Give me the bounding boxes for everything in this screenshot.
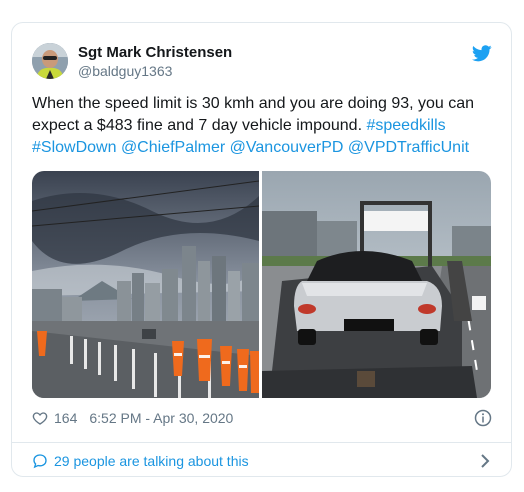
tweet-timestamp[interactable]: 6:52 PM - Apr 30, 2020 <box>89 410 233 426</box>
twitter-bird-icon[interactable] <box>472 45 492 62</box>
heart-icon[interactable] <box>32 410 48 426</box>
mention-chiefpalmer[interactable]: @ChiefPalmer <box>121 139 225 156</box>
conversation-link[interactable]: 29 people are talking about this <box>32 447 492 475</box>
info-icon[interactable] <box>474 409 492 427</box>
mention-vpdtrafficunit[interactable]: @VPDTrafficUnit <box>348 139 469 156</box>
conversation-label: 29 people are talking about this <box>54 453 249 469</box>
media-grid <box>32 171 491 398</box>
display-name[interactable]: Sgt Mark Christensen <box>78 44 232 61</box>
hashtag-speedkills[interactable]: #speedkills <box>366 117 445 134</box>
avatar[interactable] <box>32 43 68 79</box>
divider <box>12 442 511 443</box>
speech-bubble-icon <box>33 454 47 469</box>
tweet-meta: 164 6:52 PM - Apr 30, 2020 <box>32 407 492 429</box>
hashtag-slowdown[interactable]: #SlowDown <box>32 139 116 156</box>
avatar-photo <box>32 43 68 79</box>
bridge-traffic-cones-photo[interactable] <box>32 171 259 398</box>
tweet-header: Sgt Mark Christensen @baldguy1363 <box>32 43 492 83</box>
porsche-on-tow-truck-photo[interactable] <box>262 171 491 398</box>
tweet-card[interactable]: Sgt Mark Christensen @baldguy1363 When t… <box>11 22 512 477</box>
user-handle[interactable]: @baldguy1363 <box>78 63 172 79</box>
like-count[interactable]: 164 <box>54 410 77 426</box>
tweet-text: When the speed limit is 30 kmh and you a… <box>32 93 494 159</box>
chevron-right-icon[interactable] <box>478 453 492 469</box>
mention-vancouverpd[interactable]: @VancouverPD <box>230 139 344 156</box>
